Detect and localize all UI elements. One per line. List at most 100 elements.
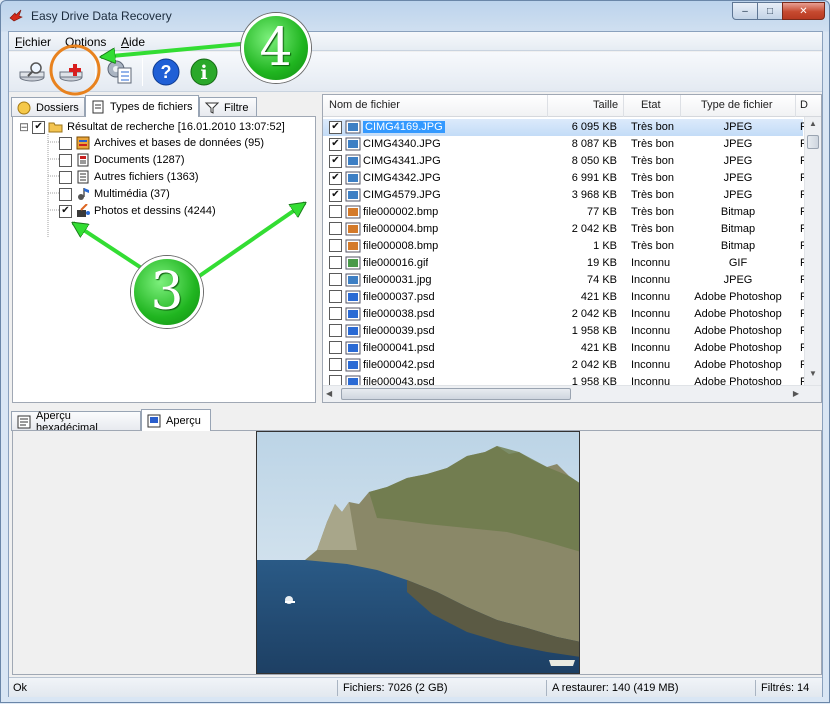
tab-filtre[interactable]: Filtre xyxy=(199,97,257,117)
row-checkbox[interactable] xyxy=(329,324,342,337)
psd-icon xyxy=(345,341,361,358)
root-checkbox[interactable] xyxy=(32,120,46,134)
close-button[interactable]: ✕ xyxy=(782,2,825,20)
psd-icon xyxy=(345,290,361,307)
svg-text:i: i xyxy=(200,62,207,84)
minimize-button[interactable]: – xyxy=(732,2,758,20)
row-type: JPEG xyxy=(723,189,753,201)
row-checkbox[interactable] xyxy=(329,256,342,269)
row-checkbox[interactable] xyxy=(329,120,342,134)
row-state: Inconnu xyxy=(631,257,671,269)
table-row[interactable]: file000037.psd 421 KB Inconnu Adobe Photosh… xyxy=(323,289,807,307)
row-size: 8 050 KB xyxy=(571,155,617,167)
row-size: 1 958 KB xyxy=(571,325,617,337)
tree-root[interactable]: ⊟ Résultat de recherche [16.01.2010 13:0… xyxy=(19,119,285,135)
photos-checkbox[interactable] xyxy=(59,204,72,218)
row-size: 6 991 KB xyxy=(571,172,617,184)
table-row[interactable]: file000039.psd 1 958 KB Inconnu Adobe Photo… xyxy=(323,323,807,340)
row-checkbox[interactable] xyxy=(329,341,342,354)
tree-item-autres[interactable]: Autres fichiers (1363) xyxy=(59,169,199,185)
tab-apercu-hex[interactable]: Aperçu hexadécimal xyxy=(11,410,141,434)
restore-button[interactable] xyxy=(55,56,89,88)
drive-restore-icon xyxy=(59,64,83,82)
table-row[interactable]: CIMG4340.JPG8 087 KBTrès bonJPEGF xyxy=(323,136,807,153)
vertical-scrollbar[interactable]: ▲ ▼ xyxy=(804,117,821,385)
hscroll-thumb[interactable] xyxy=(341,388,571,400)
table-row[interactable]: file000041.psd 421 KB Inconnu Adobe Photosh… xyxy=(323,340,807,358)
table-row[interactable]: file000038.psd 2 042 KB Inconnu Adobe Photo… xyxy=(323,306,807,323)
help-button[interactable]: ? xyxy=(149,56,183,88)
column-header-state[interactable]: Etat xyxy=(641,99,661,111)
scroll-down-icon[interactable]: ▼ xyxy=(807,369,819,383)
tree-item-multimedia[interactable]: Multimédia (37) xyxy=(59,186,170,202)
row-checkbox[interactable] xyxy=(329,273,342,286)
horizontal-scrollbar[interactable]: ◀ ▶ xyxy=(323,385,821,402)
row-checkbox[interactable] xyxy=(329,358,342,371)
table-row[interactable]: CIMG4342.JPG6 991 KBTrès bonJPEGF xyxy=(323,170,807,187)
table-row[interactable]: CIMG4169.JPG6 095 KBTrès bonJPEGF xyxy=(323,119,807,136)
scroll-left-icon[interactable]: ◀ xyxy=(326,389,332,398)
column-header-d[interactable]: D xyxy=(800,99,808,111)
row-checkbox[interactable] xyxy=(329,137,342,151)
tab-label: Dossiers xyxy=(36,101,79,114)
column-header-size[interactable]: Taille xyxy=(593,99,618,111)
row-checkbox[interactable] xyxy=(329,307,342,320)
info-button[interactable]: i xyxy=(187,56,221,88)
scroll-right-icon[interactable]: ▶ xyxy=(793,389,799,398)
menu-fichier[interactable]: Fichier xyxy=(15,35,51,49)
row-checkbox[interactable] xyxy=(329,222,342,235)
row-checkbox[interactable] xyxy=(329,290,342,303)
scroll-thumb[interactable] xyxy=(807,135,819,149)
row-state: Très bon xyxy=(631,240,675,252)
row-type: JPEG xyxy=(723,274,753,286)
settings-button[interactable] xyxy=(103,56,137,88)
row-state: Très bon xyxy=(631,223,675,235)
table-row[interactable]: file000002.bmp77 KBTrès bonBitmapF xyxy=(323,204,807,221)
tab-types-de-fichiers[interactable]: Types de fichiers xyxy=(85,95,199,117)
tab-label: Types de fichiers xyxy=(110,100,193,113)
multimedia-checkbox[interactable] xyxy=(59,187,72,201)
table-row[interactable]: file000042.psd 2 042 KB Inconnu Adobe Photo… xyxy=(323,357,807,374)
tree-item-archives[interactable]: Archives et bases de données (95) xyxy=(59,135,264,151)
table-row[interactable]: CIMG4341.JPG8 050 KBTrès bonJPEGF xyxy=(323,153,807,170)
row-checkbox[interactable] xyxy=(329,239,342,252)
autres-checkbox[interactable] xyxy=(59,170,72,184)
archives-checkbox[interactable] xyxy=(59,136,72,150)
menu-aide[interactable]: Aide xyxy=(121,35,145,49)
collapse-icon[interactable]: ⊟ xyxy=(19,120,29,134)
tree-item-label: Multimédia (37) xyxy=(94,188,170,200)
row-checkbox[interactable] xyxy=(329,171,342,185)
row-name: file000037.psd xyxy=(363,291,435,303)
row-checkbox[interactable] xyxy=(329,205,342,218)
table-row[interactable]: file000008.bmp1 KBTrès bonBitmapF xyxy=(323,238,807,255)
maximize-icon: □ xyxy=(766,5,774,17)
tree-item-photos[interactable]: Photos et dessins (4244) xyxy=(59,203,216,219)
row-checkbox[interactable] xyxy=(329,154,342,168)
table-row[interactable]: CIMG4579.JPG3 968 KBTrès bonJPEGF xyxy=(323,187,807,204)
tab-apercu[interactable]: Aperçu xyxy=(141,409,211,431)
tab-dossiers[interactable]: Dossiers xyxy=(11,97,85,117)
table-row[interactable]: file000031.jpg74 KBInconnuJPEGF xyxy=(323,272,807,289)
row-state: Très bon xyxy=(631,206,675,218)
table-row[interactable]: file000004.bmp2 042 KBTrès bonBitmapF xyxy=(323,221,807,238)
row-state: Inconnu xyxy=(631,291,671,303)
gear-checklist-icon xyxy=(107,60,132,84)
table-row[interactable]: file000016.gif19 KBInconnuGIFF xyxy=(323,255,807,272)
title-bar[interactable]: Easy Drive Data Recovery – □ ✕ xyxy=(1,1,829,31)
column-header-type[interactable]: Type de fichier xyxy=(701,99,773,111)
other-files-icon xyxy=(77,170,89,184)
tree-item-documents[interactable]: Documents (1287) xyxy=(59,152,185,168)
status-restore: A restaurer: 140 (419 MB) xyxy=(552,682,679,694)
step-4-marker: 4 xyxy=(241,13,311,83)
row-state: Très bon xyxy=(631,138,675,150)
row-size: 2 042 KB xyxy=(571,359,617,371)
scroll-up-icon[interactable]: ▲ xyxy=(807,119,819,133)
maximize-button[interactable]: □ xyxy=(757,2,783,20)
documents-checkbox[interactable] xyxy=(59,153,72,167)
column-header-name[interactable]: Nom de fichier xyxy=(329,99,400,111)
scan-drive-button[interactable] xyxy=(15,56,49,88)
row-checkbox[interactable] xyxy=(329,188,342,202)
tree-item-label: Documents (1287) xyxy=(94,154,185,166)
menu-options[interactable]: Options xyxy=(65,35,106,49)
paint-icon xyxy=(77,204,90,217)
